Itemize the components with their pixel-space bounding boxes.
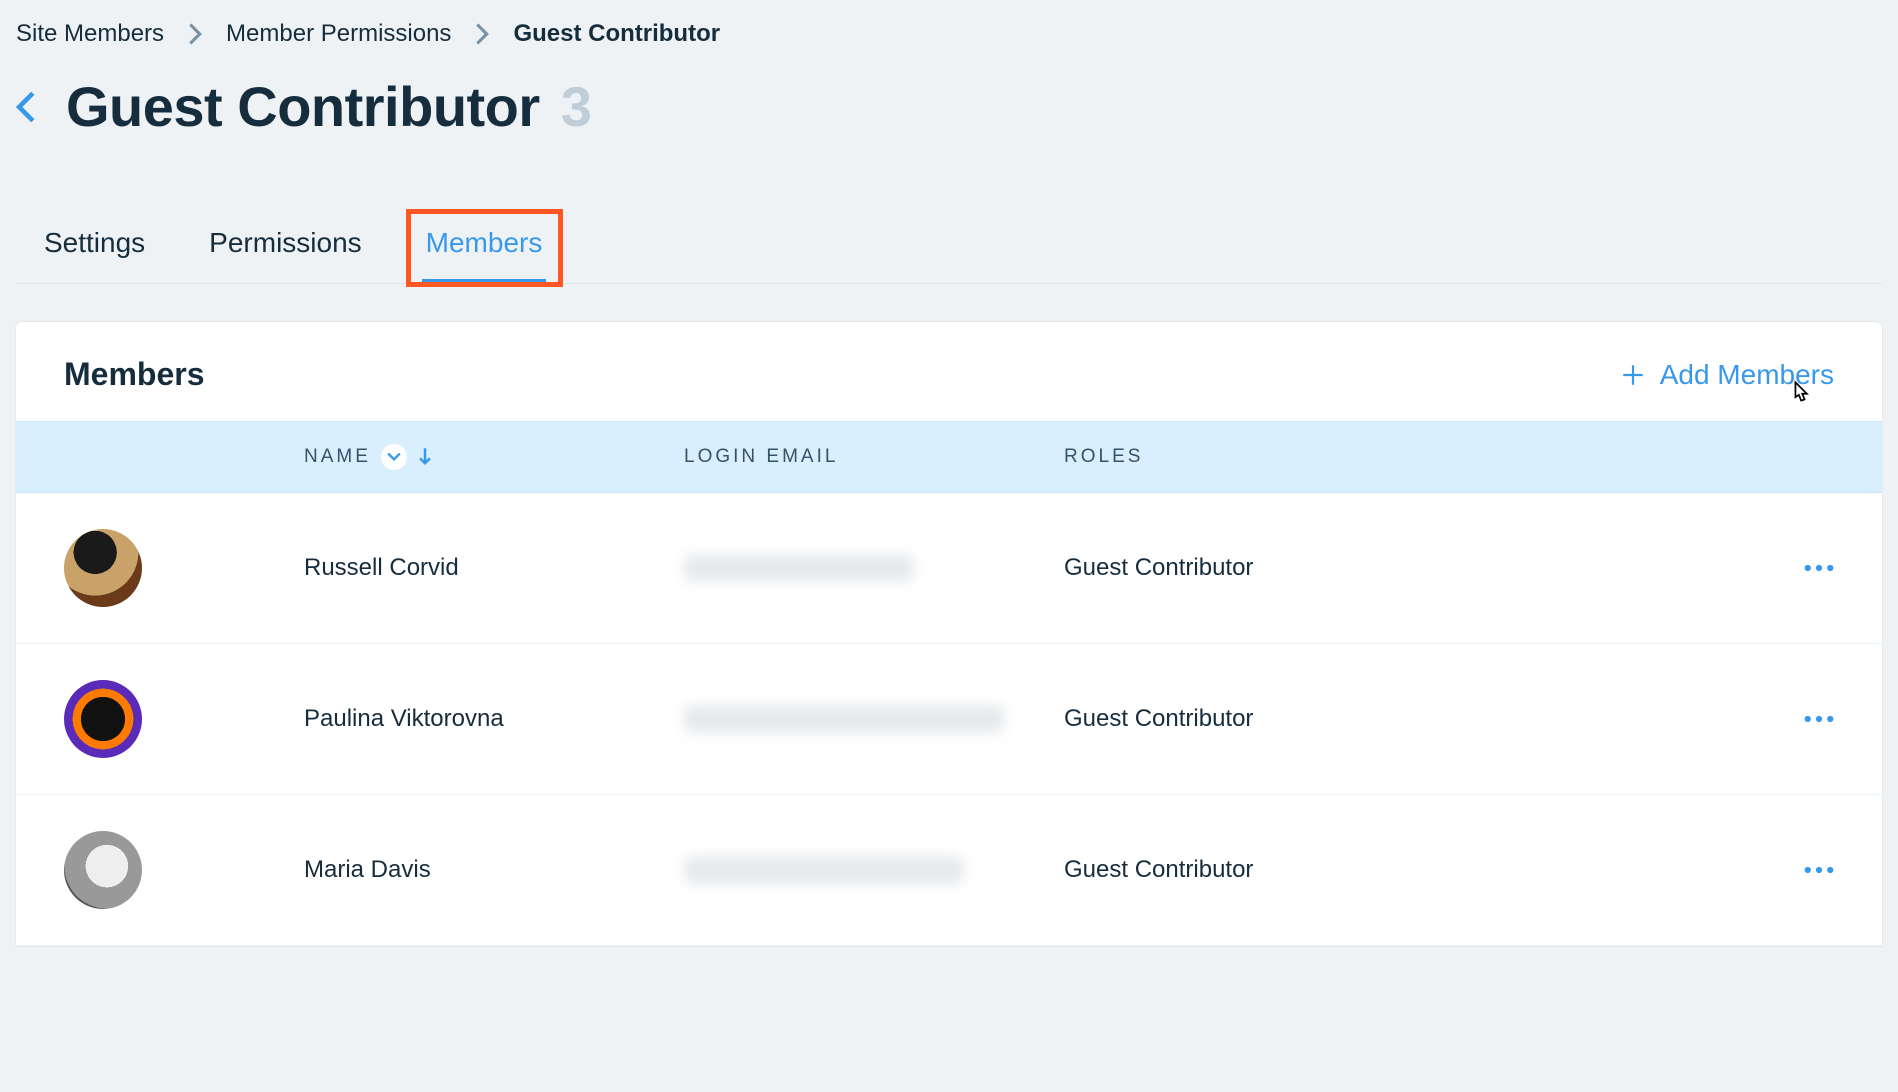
table-header: NAME LOGIN EMAIL ROLES <box>16 421 1882 493</box>
member-email-redacted <box>684 856 964 884</box>
cursor-pointer-icon <box>1786 380 1814 419</box>
row-more-button[interactable] <box>1804 564 1834 572</box>
chevron-down-icon <box>387 452 401 462</box>
more-horizontal-icon <box>1804 715 1834 723</box>
member-name: Russell Corvid <box>304 554 684 582</box>
breadcrumb: Site Members Member Permissions Guest Co… <box>16 20 1882 48</box>
breadcrumb-member-permissions[interactable]: Member Permissions <box>226 20 451 48</box>
chevron-right-icon <box>188 23 202 45</box>
member-name: Maria Davis <box>304 856 684 884</box>
row-more-button[interactable] <box>1804 715 1834 723</box>
member-name: Paulina Viktorovna <box>304 705 684 733</box>
avatar <box>64 680 142 758</box>
tab-settings[interactable]: Settings <box>40 219 149 283</box>
add-members-button[interactable]: Add Members <box>1620 359 1834 391</box>
page-title-count: 3 <box>561 75 592 138</box>
breadcrumb-current: Guest Contributor <box>513 20 720 48</box>
column-name-label: NAME <box>304 446 371 468</box>
member-role: Guest Contributor <box>1064 856 1714 884</box>
more-horizontal-icon <box>1804 866 1834 874</box>
table-row[interactable]: Russell Corvid Guest Contributor <box>16 493 1882 644</box>
member-role: Guest Contributor <box>1064 554 1714 582</box>
tab-permissions[interactable]: Permissions <box>205 219 365 283</box>
chevron-left-icon <box>16 91 36 123</box>
column-email[interactable]: LOGIN EMAIL <box>684 446 1064 468</box>
back-button[interactable] <box>16 91 36 123</box>
tab-members[interactable]: Members <box>422 219 547 283</box>
sort-toggle[interactable] <box>381 444 407 470</box>
table-row[interactable]: Paulina Viktorovna Guest Contributor <box>16 644 1882 795</box>
more-horizontal-icon <box>1804 564 1834 572</box>
row-more-button[interactable] <box>1804 866 1834 874</box>
member-role: Guest Contributor <box>1064 705 1714 733</box>
table-row[interactable]: Maria Davis Guest Contributor <box>16 795 1882 946</box>
card-title: Members <box>64 356 205 393</box>
member-email-redacted <box>684 705 1004 733</box>
column-roles[interactable]: ROLES <box>1064 446 1714 468</box>
plus-icon <box>1620 362 1646 388</box>
members-card: Members Add Members NAME LOGIN <box>16 322 1882 946</box>
tabs: Settings Permissions Members <box>16 219 1882 284</box>
page-title-text: Guest Contributor <box>66 75 540 138</box>
avatar <box>64 529 142 607</box>
chevron-right-icon <box>475 23 489 45</box>
column-name[interactable]: NAME <box>304 444 684 470</box>
arrow-down-icon <box>417 447 433 467</box>
avatar <box>64 831 142 909</box>
breadcrumb-site-members[interactable]: Site Members <box>16 20 164 48</box>
member-email-redacted <box>684 554 914 582</box>
page-title: Guest Contributor 3 <box>66 74 591 139</box>
